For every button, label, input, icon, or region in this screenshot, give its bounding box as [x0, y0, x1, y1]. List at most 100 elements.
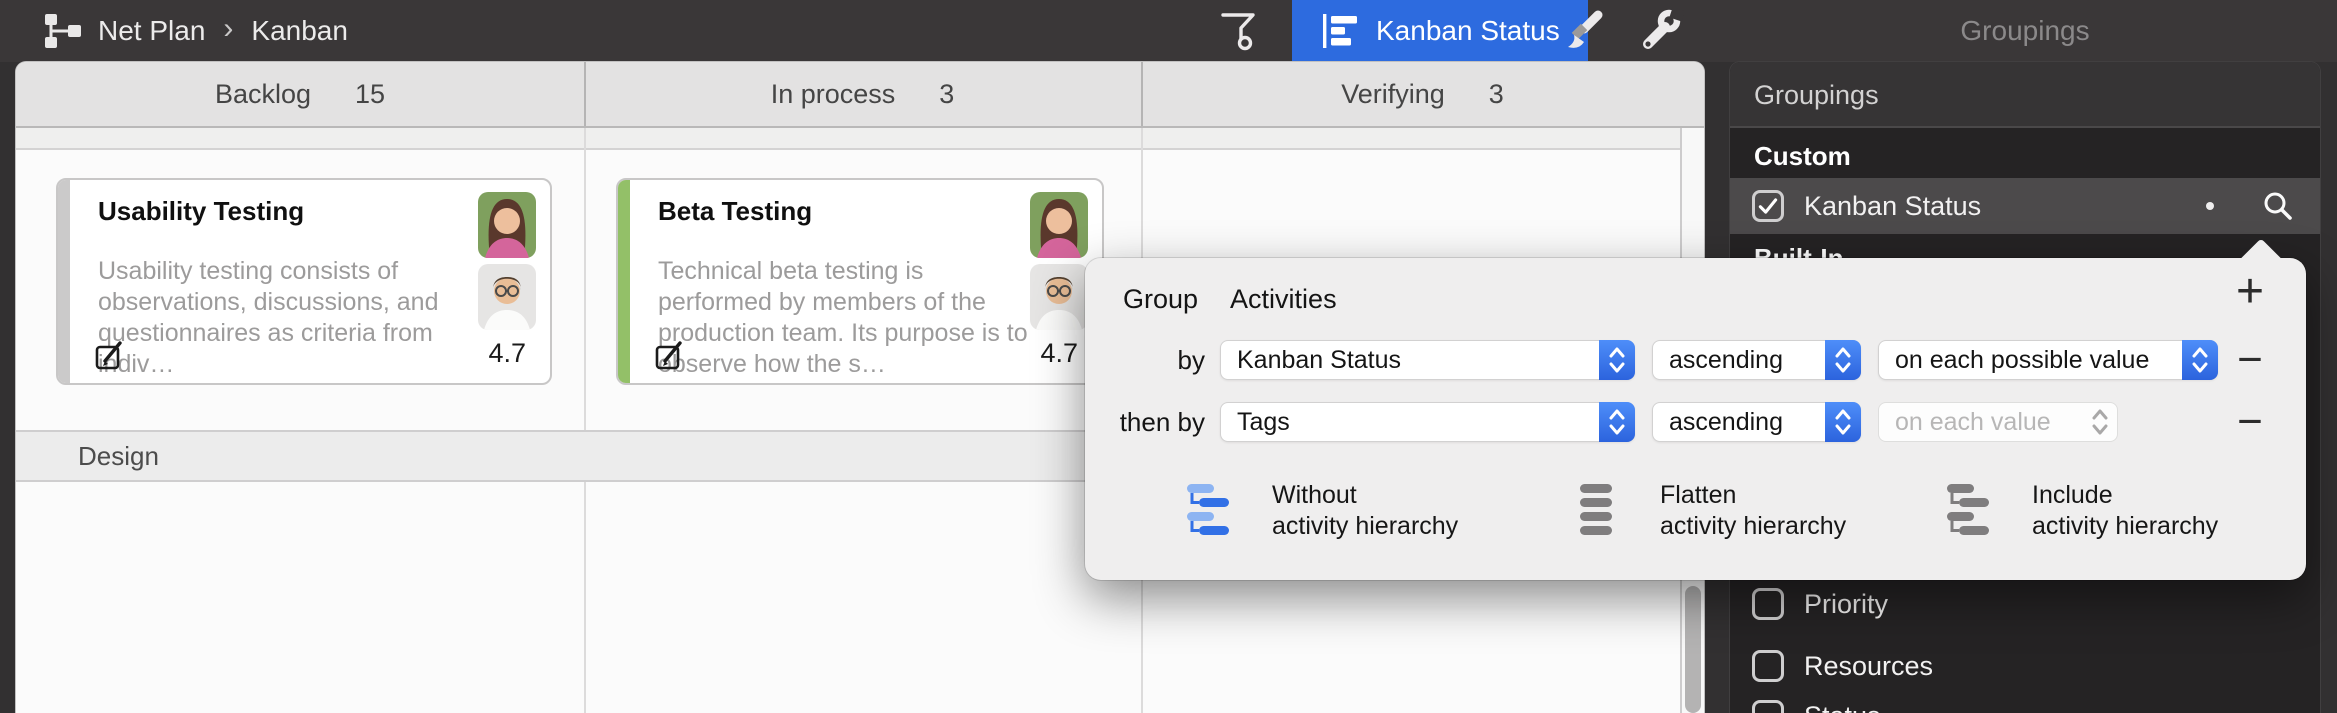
- mode-select: on each value: [1878, 402, 2118, 442]
- note-edit-icon[interactable]: [654, 339, 686, 371]
- card-title: Usability Testing: [98, 196, 304, 227]
- avatar-woman: [478, 192, 536, 258]
- popover-title: Group Activities: [1123, 284, 1337, 315]
- column-count: 3: [1489, 79, 1504, 110]
- card-value: 4.7: [488, 338, 526, 369]
- include-hierarchy-icon: [1944, 482, 1996, 540]
- card-description: Technical beta testing is performed by m…: [658, 256, 1033, 380]
- hierarchy-option-line2: activity hierarchy: [1660, 511, 1846, 542]
- without-hierarchy-icon: [1184, 482, 1236, 540]
- order-select-value: ascending: [1653, 346, 1825, 375]
- board-subband: [16, 128, 1682, 150]
- toolbar: Net Plan › Kanban Kanban Status: [0, 0, 2337, 62]
- grouping-row-label: Priority: [1804, 589, 1888, 620]
- grouping-row-label: Resources: [1804, 651, 1933, 682]
- card-title: Beta Testing: [658, 196, 812, 227]
- order-select-value: ascending: [1653, 408, 1825, 437]
- column-name: Backlog: [215, 79, 311, 110]
- section-header-custom: Custom: [1730, 132, 2320, 180]
- checkbox[interactable]: [1752, 650, 1784, 682]
- funnel-icon: [1217, 9, 1259, 53]
- wrench-icon: [1638, 8, 1684, 54]
- card-usability-testing[interactable]: Usability Testing Usability testing cons…: [56, 178, 552, 385]
- hierarchy-option-line1: Without: [1272, 480, 1458, 511]
- group-settings-popover: Group Activities + by Kanban Status asce…: [1085, 258, 2306, 580]
- hierarchy-option-line1: Flatten: [1660, 480, 1846, 511]
- stepper-icon: [2082, 402, 2118, 442]
- card-status-strip: [618, 180, 630, 383]
- breadcrumb: Net Plan › Kanban: [44, 0, 348, 62]
- column-divider: [584, 128, 586, 713]
- board-scrollbar-thumb[interactable]: [1685, 586, 1701, 713]
- column-header-verifying[interactable]: Verifying 3: [1141, 62, 1704, 126]
- field-select-value: Kanban Status: [1221, 346, 1599, 375]
- flatten-hierarchy-icon: [1572, 482, 1624, 540]
- row-label-then-by: then by: [1085, 402, 1205, 442]
- stepper-icon: [1599, 340, 1635, 380]
- stepper-icon: [1825, 402, 1861, 442]
- app-window: Net Plan › Kanban Kanban Status: [0, 0, 2337, 713]
- add-grouping-level-button[interactable]: +: [2228, 268, 2272, 316]
- remove-grouping-level-button[interactable]: −: [2228, 340, 2272, 380]
- column-count: 15: [355, 79, 385, 110]
- checkbox[interactable]: [1752, 588, 1784, 620]
- order-select[interactable]: ascending: [1652, 340, 1861, 380]
- avatar-man: [1030, 264, 1088, 330]
- grouping-row-label: Status: [1804, 701, 1881, 713]
- order-select[interactable]: ascending: [1652, 402, 1861, 442]
- card-description: Usability testing consists of observatio…: [98, 256, 473, 380]
- note-edit-icon[interactable]: [94, 339, 126, 371]
- grouping-row-label: Kanban Status: [1804, 191, 1981, 222]
- avatar-woman: [1030, 192, 1088, 258]
- mode-select-value: on each possible value: [1879, 346, 2182, 375]
- group-target[interactable]: Activities: [1230, 284, 1337, 315]
- hierarchy-option-without[interactable]: Without activity hierarchy: [1184, 480, 1458, 542]
- hierarchy-option-line2: activity hierarchy: [1272, 511, 1458, 542]
- field-select[interactable]: Tags: [1220, 402, 1635, 442]
- row-detail-dot: [2206, 202, 2214, 210]
- grouping-row-resources[interactable]: Resources: [1730, 638, 2320, 694]
- format-button[interactable]: [1550, 0, 1616, 62]
- card-assignees: [1030, 192, 1088, 330]
- card-beta-testing[interactable]: Beta Testing Technical beta testing is p…: [616, 178, 1104, 385]
- stepper-icon: [1599, 402, 1635, 442]
- breadcrumb-separator-icon: ›: [223, 12, 233, 46]
- grouping-button[interactable]: Kanban Status: [1292, 0, 1588, 62]
- card-status-strip: [58, 180, 70, 383]
- header-divider: [1141, 62, 1143, 126]
- paintbrush-icon: [1560, 8, 1606, 54]
- grouping-row-priority[interactable]: Priority: [1730, 576, 2320, 632]
- netplan-icon: [44, 13, 82, 49]
- breadcrumb-view[interactable]: Kanban: [251, 15, 348, 47]
- header-divider: [584, 62, 586, 126]
- column-count: 3: [939, 79, 954, 110]
- card-value: 4.7: [1040, 338, 1078, 369]
- column-name: In process: [771, 79, 896, 110]
- search-icon[interactable]: [2262, 190, 2294, 222]
- stepper-icon: [1825, 340, 1861, 380]
- checkbox[interactable]: [1752, 190, 1784, 222]
- field-select[interactable]: Kanban Status: [1220, 340, 1635, 380]
- column-header-backlog[interactable]: Backlog 15: [16, 62, 584, 126]
- filter-button[interactable]: [1205, 0, 1271, 62]
- field-select-value: Tags: [1221, 408, 1599, 437]
- row-label-by: by: [1085, 340, 1205, 380]
- mode-select-value: on each value: [1879, 408, 2082, 437]
- column-header-in-process[interactable]: In process 3: [584, 62, 1141, 126]
- grouping-row-status[interactable]: Status: [1730, 688, 2320, 713]
- column-name: Verifying: [1341, 79, 1445, 110]
- mode-select[interactable]: on each possible value: [1878, 340, 2218, 380]
- stepper-icon: [2182, 340, 2218, 380]
- panel-title: Groupings: [1730, 0, 2320, 62]
- checkbox[interactable]: [1752, 700, 1784, 713]
- grouping-row-kanban-status[interactable]: Kanban Status: [1730, 178, 2320, 234]
- swimlane-label: Design: [78, 441, 159, 472]
- grouping-button-label: Kanban Status: [1376, 15, 1560, 47]
- hierarchy-option-flatten[interactable]: Flatten activity hierarchy: [1572, 480, 1846, 542]
- card-assignees: [478, 192, 536, 330]
- grouping-icon: [1320, 11, 1360, 51]
- remove-grouping-level-button[interactable]: −: [2228, 402, 2272, 442]
- hierarchy-option-include[interactable]: Include activity hierarchy: [1944, 480, 2218, 542]
- breadcrumb-project[interactable]: Net Plan: [98, 15, 205, 47]
- settings-button[interactable]: [1626, 0, 1696, 62]
